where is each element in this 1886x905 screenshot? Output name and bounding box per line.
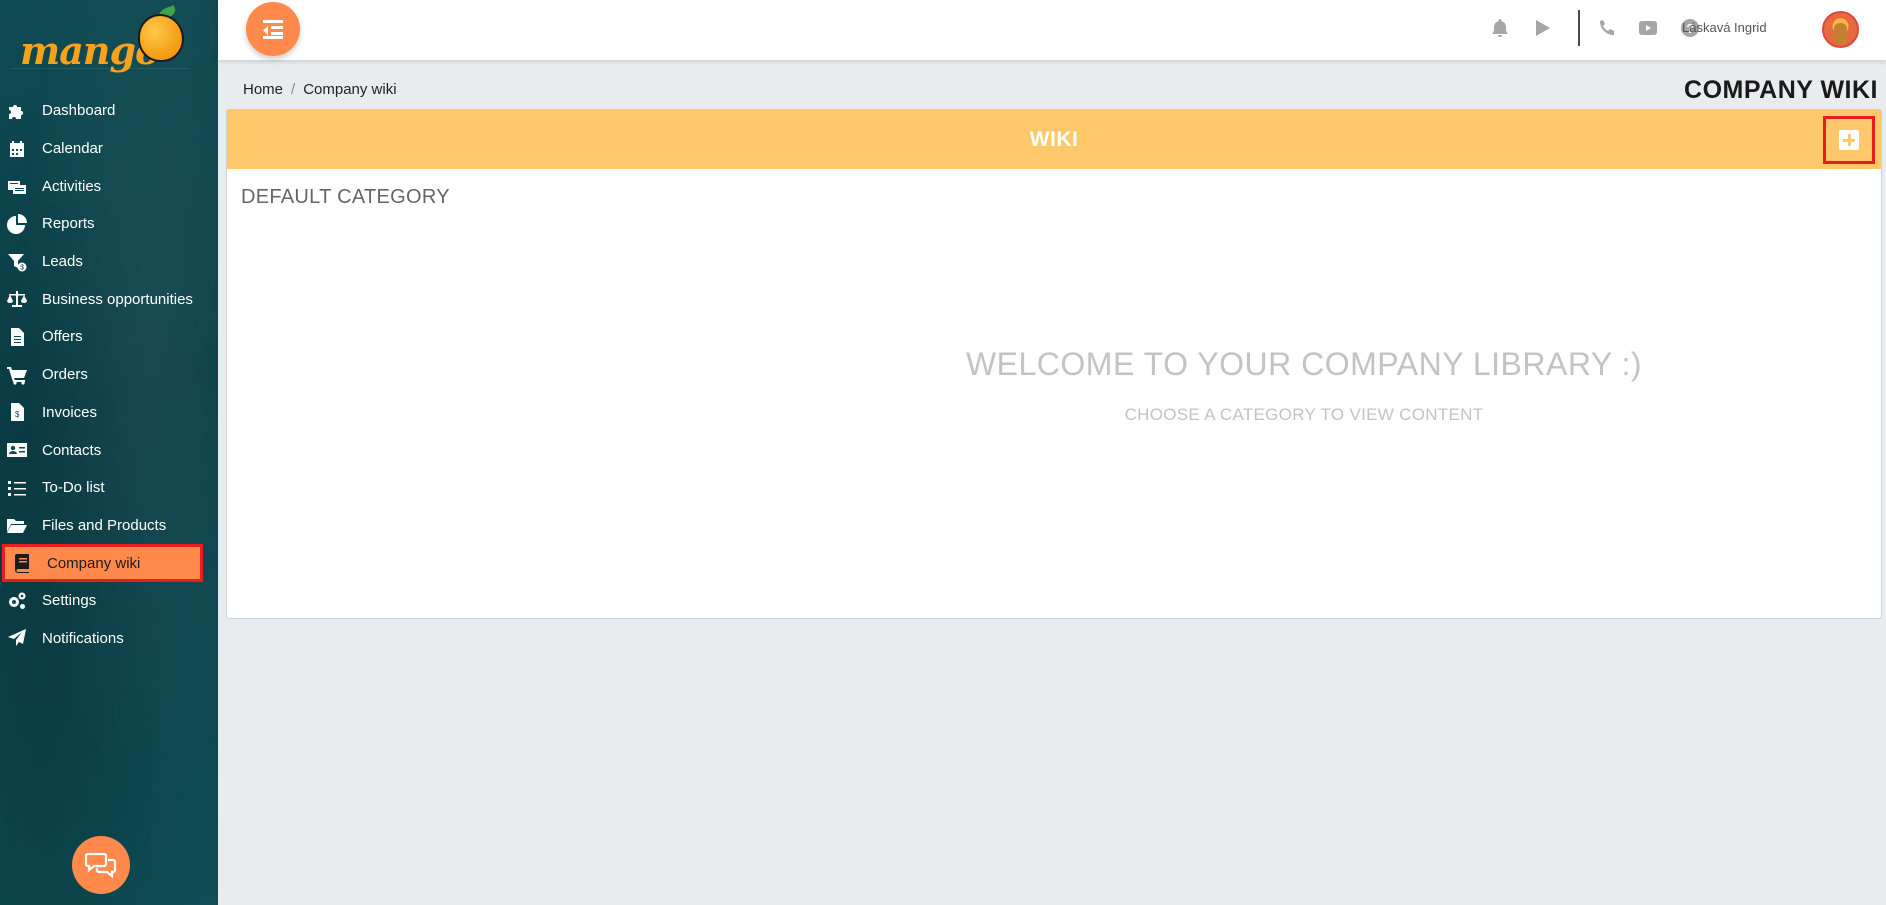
phone-icon[interactable] bbox=[1594, 16, 1618, 40]
sidebar-item-label: Activities bbox=[42, 177, 102, 195]
sidebar-item-calendar[interactable]: Calendar bbox=[0, 130, 218, 168]
folder-open-icon bbox=[6, 515, 28, 535]
logo-divider bbox=[10, 68, 190, 69]
scale-icon bbox=[6, 289, 28, 309]
wiki-header-title: WIKI bbox=[1029, 127, 1079, 151]
sidebar-item-label: Reports bbox=[42, 215, 95, 233]
sidebar-item-leads[interactable]: $ Leads bbox=[0, 243, 218, 281]
sidebar-item-settings[interactable]: Settings bbox=[0, 582, 218, 620]
chat-bubbles-icon bbox=[85, 852, 117, 879]
sidebar-item-contacts[interactable]: Contacts bbox=[0, 431, 218, 469]
play-icon[interactable] bbox=[1530, 16, 1554, 40]
activities-icon bbox=[6, 176, 28, 196]
calendar-icon bbox=[6, 139, 28, 159]
sidebar: mango Dashboard Calendar Activities Repo… bbox=[0, 0, 218, 905]
sidebar-item-notifications[interactable]: Notifications bbox=[0, 620, 218, 658]
wiki-card: WIKI DEFAULT CATEGORY WELCOME TO YOUR CO… bbox=[226, 109, 1882, 619]
category-title[interactable]: DEFAULT CATEGORY bbox=[241, 186, 450, 209]
wiki-header: WIKI bbox=[227, 110, 1881, 169]
page-title: COMPANY WIKI bbox=[1684, 76, 1878, 104]
youtube-icon[interactable] bbox=[1636, 16, 1660, 40]
topbar-divider bbox=[1578, 10, 1580, 46]
welcome-title: WELCOME TO YOUR COMPANY LIBRARY :) bbox=[965, 346, 1643, 382]
chat-button[interactable] bbox=[72, 836, 130, 894]
sidebar-item-label: Dashboard bbox=[42, 102, 116, 120]
invoice-icon: $ bbox=[6, 402, 28, 422]
welcome-message: WELCOME TO YOUR COMPANY LIBRARY :) CHOOS… bbox=[227, 346, 1881, 425]
plus-square-icon bbox=[1839, 130, 1859, 150]
cart-icon bbox=[6, 365, 28, 385]
add-wiki-button[interactable] bbox=[1823, 116, 1875, 164]
sidebar-item-label: Calendar bbox=[42, 140, 103, 158]
breadcrumb-separator: / bbox=[291, 81, 296, 98]
sidebar-item-company-wiki[interactable]: Company wiki bbox=[2, 544, 203, 582]
sidebar-item-invoices[interactable]: $ Invoices bbox=[0, 394, 218, 432]
sidebar-item-business-opportunities[interactable]: Business opportunities bbox=[0, 280, 218, 318]
bell-icon[interactable] bbox=[1488, 16, 1512, 40]
breadcrumb-current: Company wiki bbox=[303, 81, 397, 98]
sidebar-nav: Dashboard Calendar Activities Reports $ … bbox=[0, 92, 218, 657]
sidebar-item-label: Leads bbox=[42, 253, 83, 271]
sidebar-item-activities[interactable]: Activities bbox=[0, 167, 218, 205]
sidebar-item-label: Files and Products bbox=[42, 516, 167, 534]
sidebar-item-label: Business opportunities bbox=[42, 290, 193, 308]
top-bar: ? Láskavá Ingrid bbox=[218, 0, 1886, 60]
svg-text:$: $ bbox=[20, 264, 24, 271]
funnel-icon: $ bbox=[6, 252, 28, 272]
sidebar-item-label: Notifications bbox=[42, 629, 124, 647]
breadcrumb-home[interactable]: Home bbox=[243, 81, 283, 98]
sidebar-item-label: To-Do list bbox=[42, 479, 105, 497]
sidebar-item-label: Orders bbox=[42, 366, 88, 384]
sidebar-item-dashboard[interactable]: Dashboard bbox=[0, 92, 218, 130]
contact-card-icon bbox=[6, 440, 28, 460]
paper-plane-icon bbox=[6, 628, 28, 648]
avatar[interactable] bbox=[1822, 11, 1859, 48]
checklist-icon bbox=[6, 478, 28, 498]
welcome-subtitle: CHOOSE A CATEGORY TO VIEW CONTENT bbox=[1124, 405, 1484, 424]
collapse-menu-icon bbox=[263, 20, 283, 39]
pie-chart-icon bbox=[6, 213, 28, 234]
sidebar-item-label: Company wiki bbox=[47, 554, 141, 572]
sidebar-item-label: Contacts bbox=[42, 441, 102, 459]
puzzle-icon bbox=[6, 101, 28, 121]
menu-toggle-button[interactable] bbox=[246, 2, 300, 56]
breadcrumb: Home / Company wiki bbox=[243, 81, 397, 98]
sidebar-item-offers[interactable]: Offers bbox=[0, 318, 218, 356]
svg-text:$: $ bbox=[15, 410, 20, 419]
sidebar-item-label: Settings bbox=[42, 592, 97, 610]
logo-mango-icon bbox=[138, 14, 184, 62]
gears-icon bbox=[6, 591, 28, 611]
sidebar-item-todo[interactable]: To-Do list bbox=[0, 469, 218, 507]
book-icon bbox=[11, 553, 33, 574]
document-icon bbox=[6, 327, 28, 347]
sidebar-item-label: Invoices bbox=[42, 403, 98, 421]
sidebar-item-label: Offers bbox=[42, 328, 83, 346]
sidebar-item-files-and-products[interactable]: Files and Products bbox=[0, 507, 218, 545]
sidebar-item-orders[interactable]: Orders bbox=[0, 356, 218, 394]
sidebar-item-reports[interactable]: Reports bbox=[0, 205, 218, 243]
user-name[interactable]: Láskavá Ingrid bbox=[1682, 20, 1767, 35]
mango-logo[interactable]: mango bbox=[20, 5, 190, 74]
